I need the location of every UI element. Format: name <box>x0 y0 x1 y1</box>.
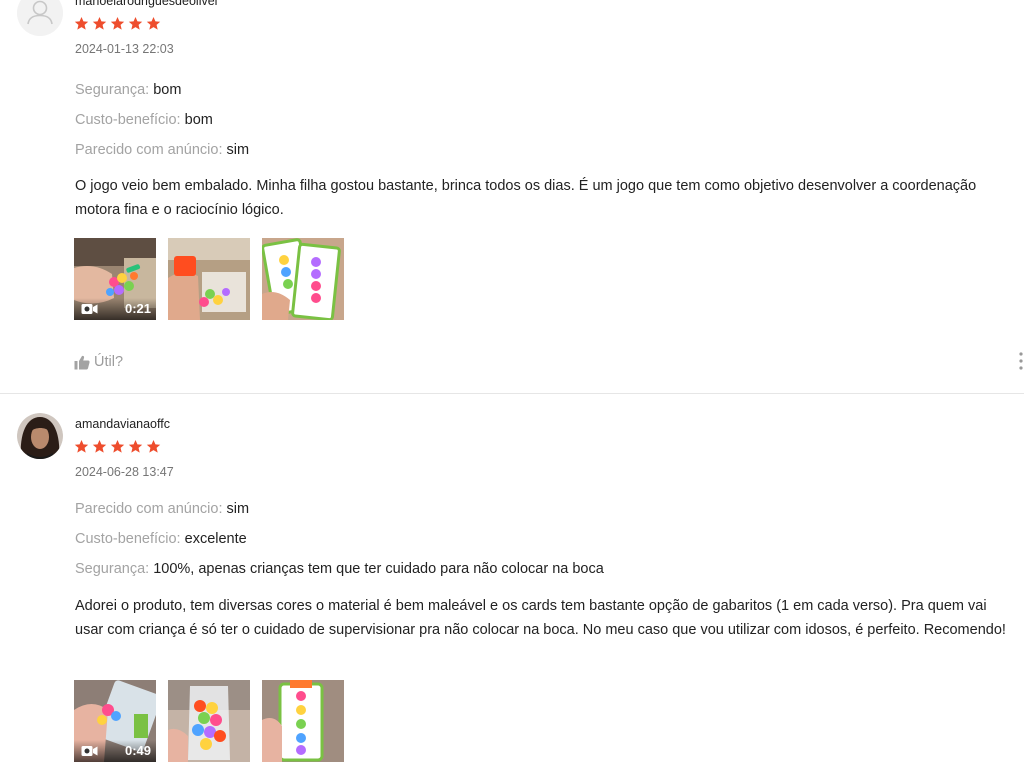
review-attribute: Parecido com anúncio: sim <box>75 142 249 158</box>
star-icon <box>110 439 128 456</box>
attribute-label: Custo-benefício: <box>75 531 181 547</box>
video-camera-icon <box>81 746 98 756</box>
review-media: 0:21 <box>74 238 356 320</box>
attribute-label: Custo-benefício: <box>75 112 181 128</box>
review-attribute: Parecido com anúncio: sim <box>75 501 249 517</box>
review-image-thumbnail[interactable] <box>262 680 344 762</box>
attribute-value: bom <box>153 82 182 98</box>
default-user-avatar-icon <box>17 0 63 36</box>
review-username: manoelarodriguesdeolivei <box>75 0 218 8</box>
review-image-thumbnail[interactable] <box>168 680 250 762</box>
review-image-thumbnail[interactable] <box>262 238 344 320</box>
attribute-value: sim <box>226 501 250 517</box>
review-datetime: 2024-06-28 13:47 <box>75 465 174 479</box>
star-icon <box>74 439 92 456</box>
video-duration: 0:49 <box>124 743 151 758</box>
star-icon <box>146 439 164 456</box>
review-attribute: Segurança: bom <box>75 82 181 98</box>
review-username: amandavianaoffc <box>75 417 170 431</box>
more-options-icon[interactable] <box>1019 351 1023 371</box>
review-image-thumbnail[interactable] <box>168 238 250 320</box>
attribute-value: excelente <box>184 531 247 547</box>
attribute-label: Parecido com anúncio: <box>75 142 223 158</box>
attribute-value: bom <box>184 112 213 128</box>
review-datetime: 2024-01-13 22:03 <box>75 42 174 56</box>
star-icon <box>92 16 110 33</box>
star-icon <box>74 16 92 33</box>
review-video-thumbnail[interactable]: 0:49 <box>74 680 156 762</box>
review-attribute: Custo-benefício: bom <box>75 112 213 128</box>
review-media: 0:49 <box>74 680 356 762</box>
attribute-label: Segurança: <box>75 561 150 577</box>
helpful-button[interactable]: Útil? <box>74 354 123 370</box>
attribute-label: Parecido com anúncio: <box>75 501 223 517</box>
video-duration: 0:21 <box>124 301 151 316</box>
star-icon <box>146 16 164 33</box>
rating-stars <box>74 439 164 456</box>
review-attribute: Custo-benefício: excelente <box>75 531 247 547</box>
user-photo-avatar <box>17 413 63 459</box>
star-icon <box>128 439 146 456</box>
review-video-thumbnail[interactable]: 0:21 <box>74 238 156 320</box>
review-attribute: Segurança: 100%, apenas crianças tem que… <box>75 561 604 577</box>
avatar[interactable] <box>17 0 63 36</box>
thumbs-up-icon <box>74 355 90 369</box>
video-camera-icon <box>81 304 98 314</box>
review-divider <box>0 393 1024 394</box>
star-icon <box>110 16 128 33</box>
attribute-value: sim <box>226 142 250 158</box>
helpful-label: Útil? <box>94 354 124 370</box>
review-comment: Adorei o produto, tem diversas cores o m… <box>75 598 1006 638</box>
star-icon <box>92 439 110 456</box>
review-comment: O jogo veio bem embalado. Minha filha go… <box>75 178 977 218</box>
attribute-value: 100%, apenas crianças tem que ter cuidad… <box>153 561 604 577</box>
rating-stars <box>74 16 164 33</box>
avatar[interactable] <box>17 413 63 459</box>
attribute-label: Segurança: <box>75 82 150 98</box>
star-icon <box>128 16 146 33</box>
